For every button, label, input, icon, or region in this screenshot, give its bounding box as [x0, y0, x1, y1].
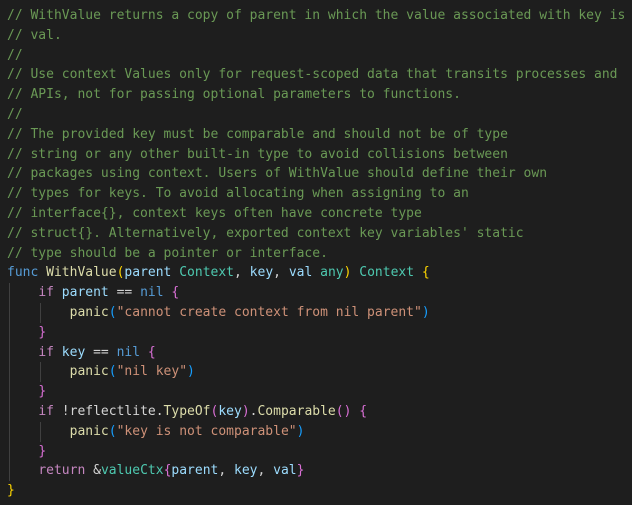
eq-operator: == [116, 285, 133, 301]
comment-line: // packages using context. Users of With… [7, 166, 548, 182]
if-keyword: if [38, 404, 54, 419]
if-parent-line: if parent == nil { [7, 283, 179, 303]
close-brace-line: } [7, 323, 46, 343]
paren-close: ) [421, 305, 430, 320]
comment-line: // Use context Values only for request-s… [7, 67, 618, 83]
brace-open: { [359, 404, 368, 419]
comment-line: // APIs, not for passing optional parame… [7, 87, 461, 103]
func-keyword: func [7, 265, 39, 281]
comparable-method: Comparable [257, 404, 336, 419]
string-literal: "key is not comparable" [116, 423, 297, 439]
string-literal: "nil key" [116, 364, 188, 380]
nil-keyword: nil [140, 285, 164, 301]
param-type-context: Context [179, 265, 235, 281]
if-comparable-line: if !reflectlite.TypeOf(key).Comparable()… [7, 402, 367, 422]
close-brace-line: } [7, 382, 46, 402]
var-parent: parent [61, 285, 109, 301]
typeof-function: TypeOf [163, 404, 211, 419]
paren-close: ) [241, 404, 250, 419]
code-editor[interactable]: // WithValue returns a copy of parent in… [0, 0, 632, 505]
brace-close: } [7, 483, 15, 499]
function-name: WithValue [46, 265, 117, 281]
brace-open: { [147, 344, 156, 360]
func-close-line: } [7, 481, 15, 501]
param-type-any: any [320, 265, 344, 281]
panic-function: panic [69, 305, 109, 320]
comma: , [218, 463, 235, 479]
paren-close: ) [296, 423, 305, 439]
comment-line: // types for keys. To avoid allocating w… [7, 186, 469, 202]
close-brace-line: } [7, 442, 46, 462]
not-operator: ! [61, 404, 70, 419]
dot: . [155, 404, 164, 419]
brace-open: { [421, 265, 430, 281]
valuectx-type: valueCtx [100, 463, 164, 479]
var-key: key [61, 344, 86, 360]
comment-line: // WithValue returns a copy of parent in… [7, 8, 626, 23]
comment-line: // val. [7, 27, 62, 43]
brace-close: } [38, 443, 47, 459]
panic-line: panic("nil key") [7, 362, 195, 382]
call-parens: () [335, 404, 352, 419]
panic-function: panic [69, 364, 109, 380]
paren-open: ( [108, 423, 117, 439]
comment-line: // interface{}, context keys often have … [7, 206, 422, 221]
if-keyword: if [38, 285, 54, 301]
eq-operator: == [93, 344, 109, 360]
panic-line: panic("cannot create context from nil pa… [7, 303, 430, 323]
comma: , [257, 463, 274, 479]
if-keyword: if [38, 344, 54, 360]
paren-close: ) [187, 364, 195, 380]
panic-line: panic("key is not comparable") [7, 422, 305, 442]
return-keyword: return [38, 463, 86, 479]
comma: , [273, 265, 289, 281]
package-reflectlite: reflectlite [69, 404, 156, 419]
comment-line: // [7, 47, 23, 63]
param-val: val [288, 265, 313, 281]
brace-close: } [38, 384, 47, 400]
var-key: key [234, 463, 258, 479]
comment-line: // [7, 107, 23, 122]
comma: , [234, 265, 250, 281]
return-line: return &valueCtx{parent, key, val} [7, 461, 304, 481]
nil-keyword: nil [116, 344, 141, 360]
brace-open: { [171, 285, 180, 301]
paren-open: ( [108, 305, 117, 320]
param-parent: parent [124, 265, 172, 281]
comment-line: // string or any other built-in type to … [7, 146, 508, 162]
comment-line: // type should be a pointer or interface… [7, 245, 328, 261]
var-parent: parent [171, 463, 219, 479]
func-signature-line: func WithValue(parent Context, key, val … [7, 263, 430, 283]
brace-close: } [296, 463, 305, 479]
var-val: val [273, 463, 297, 479]
if-key-line: if key == nil { [7, 343, 156, 363]
return-type: Context [359, 265, 415, 281]
param-key: key [249, 265, 274, 281]
comment-line: // The provided key must be comparable a… [7, 126, 508, 142]
panic-function: panic [69, 423, 109, 439]
comment-line: // struct{}. Alternatively, exported con… [7, 225, 524, 241]
string-literal: "cannot create context from nil parent" [116, 305, 422, 320]
brace-close: } [38, 324, 47, 340]
paren-open: ( [108, 364, 117, 380]
var-key: key [218, 404, 242, 419]
address-operator: & [93, 463, 101, 479]
